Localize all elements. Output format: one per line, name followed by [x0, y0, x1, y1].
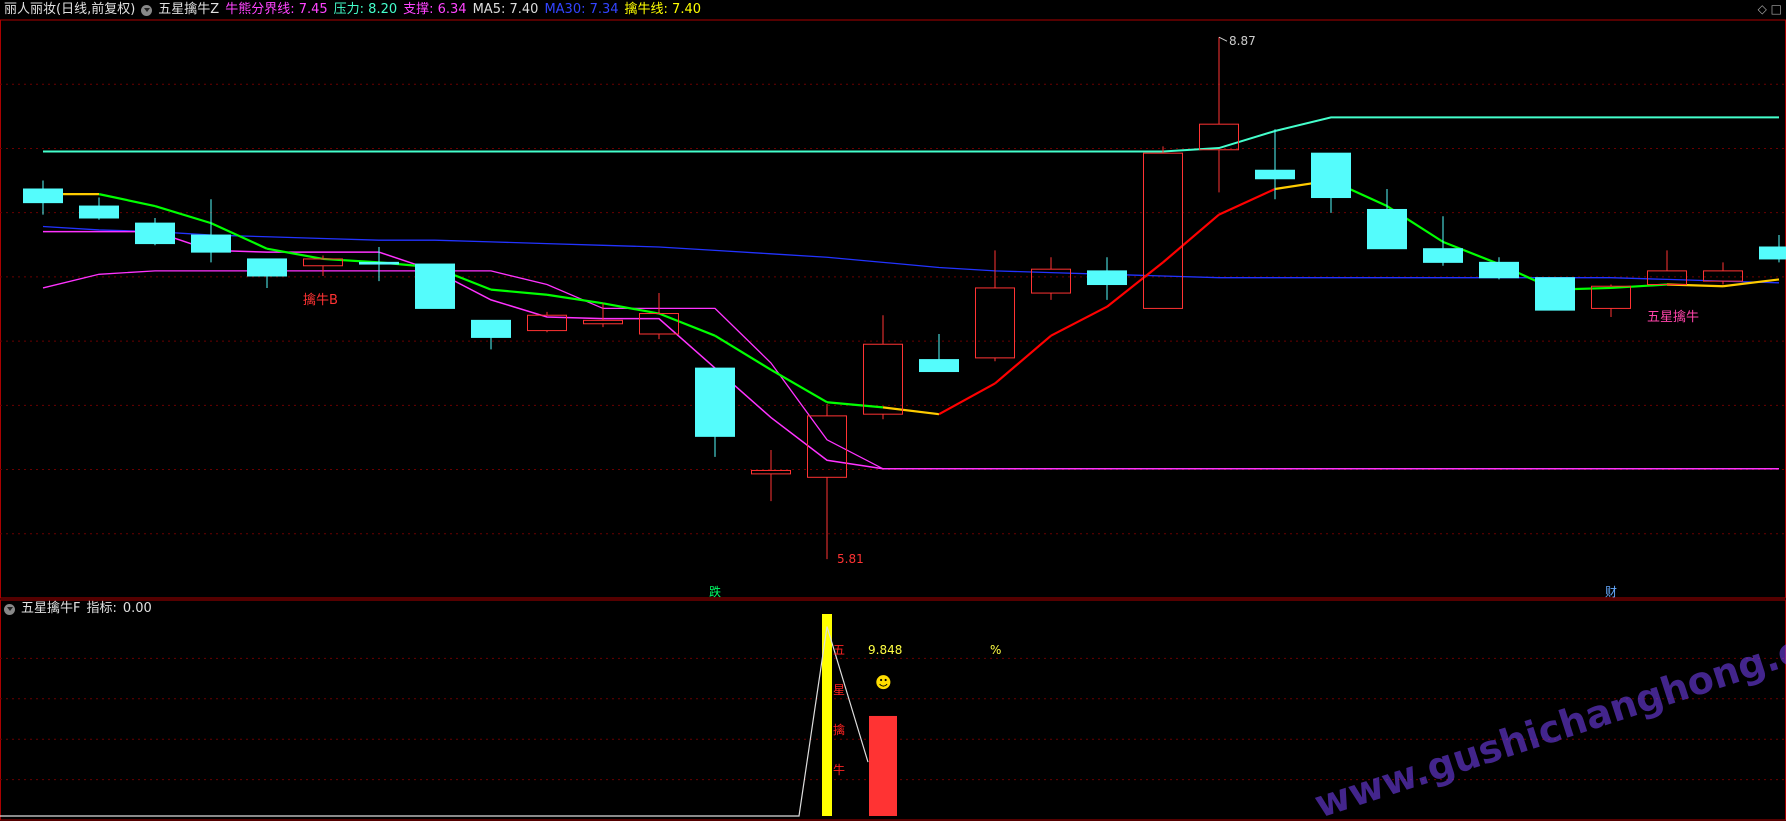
indicator-name: 五星擒牛Z: [158, 2, 220, 17]
diamond-icon[interactable]: ◇: [1758, 2, 1767, 16]
candle-down: [247, 258, 287, 277]
candle-down: [919, 359, 959, 373]
low-price-label: 5.81: [837, 552, 864, 566]
bottom-mark: 跌: [709, 584, 721, 599]
candle-up: [1199, 123, 1239, 151]
qiniu-line-segment: [882, 406, 940, 416]
candle-down: [415, 263, 455, 309]
indicator-item: 擒牛线: 7.40: [624, 2, 702, 17]
qiniu-line-segment: [770, 368, 828, 404]
indicator-item: MA30: 7.34: [544, 2, 619, 17]
sub-indicator-name: 五星擒牛F: [21, 601, 81, 616]
indicator-line: [0, 626, 869, 817]
indicator-item: 支撑: 6.34: [403, 2, 467, 17]
candle-down: [1479, 261, 1519, 279]
candle-up: [1143, 152, 1183, 309]
high-arrow: [1218, 36, 1228, 42]
signal-label: 五星擒牛: [1647, 309, 1699, 325]
candle-down: [1423, 248, 1463, 263]
qiniu-line-segment: [1218, 187, 1276, 216]
candle-down: [359, 261, 399, 265]
yellow-bar: [822, 614, 832, 816]
candle-down: [471, 319, 511, 338]
candle-down: [79, 205, 119, 219]
indicator-item: 压力: 8.20: [333, 2, 398, 17]
sub-header: 五星擒牛F 指标: 0.00: [0, 599, 152, 619]
indicator-item: MA5: 7.40: [472, 2, 539, 17]
candle-down: [1311, 152, 1351, 199]
qiniu-line-segment: [938, 382, 996, 416]
vertical-signal-text: 擒: [833, 722, 845, 737]
sub-indicator-value: 0.00: [122, 601, 152, 616]
main-panel-border: [0, 19, 1786, 599]
stock-chart: 擒牛B5.818.87五星擒牛跌 财五星擒牛9.848 %☻ www.gushicha…: [0, 19, 1786, 821]
candle-up: [975, 287, 1015, 359]
red-bar: [869, 715, 897, 816]
candle-down: [1255, 169, 1295, 180]
smiley-icon: ☻: [875, 673, 892, 692]
qiniu-line-segment: [1162, 213, 1220, 264]
signal-label: 擒牛B: [303, 292, 338, 308]
indicator-values: 牛熊分界线: 7.45 压力: 8.20 支撑: 6.34 MA5: 7.40 MA30…: [225, 0, 701, 20]
qiniu-line-segment: [322, 257, 380, 264]
sub-indicator-label: 指标:: [86, 601, 117, 616]
candle-down: [695, 367, 735, 437]
dropdown-icon[interactable]: [4, 603, 15, 615]
qiniu-line-segment: [658, 312, 716, 337]
stock-name: 丽人丽妆(日线,前复权): [4, 2, 136, 17]
candle-up: [751, 469, 791, 475]
qiniu-line-segment: [994, 334, 1052, 385]
vertical-signal-text: 五: [833, 643, 845, 657]
candle-down: [191, 234, 231, 253]
candle-up: [863, 343, 903, 415]
candle-down: [23, 188, 63, 204]
candle-down: [1087, 270, 1127, 286]
qiniu-line-segment: [826, 401, 884, 409]
candle-up: [1647, 270, 1687, 286]
qiniu-line-segment: [154, 205, 212, 225]
bottom-mark: 财: [1605, 585, 1617, 599]
indicator-item: 牛熊分界线: 7.45: [225, 2, 328, 17]
qiniu-line-segment: [98, 193, 156, 208]
candle-down: [1535, 277, 1575, 311]
vertical-signal-text: 星: [833, 683, 845, 697]
dropdown-icon[interactable]: [141, 4, 153, 16]
candle-up: [1703, 270, 1743, 282]
candle-up: [1591, 285, 1631, 309]
window-controls: ◇ □: [1758, 2, 1782, 16]
indicator-value-text: 9.848: [868, 643, 902, 657]
resistance-line: [43, 116, 1779, 153]
candle-down: [1367, 208, 1407, 250]
restore-icon[interactable]: □: [1771, 2, 1782, 16]
candle-up: [583, 319, 623, 325]
watermark: www.gushichanghong.com: [1309, 607, 1786, 821]
vertical-signal-text: 牛: [833, 762, 845, 777]
high-price-label: 8.87: [1229, 34, 1256, 48]
main-header: 丽人丽妆(日线,前复权) 五星擒牛Z 牛熊分界线: 7.45 压力: 8.20 支撑…: [0, 0, 701, 20]
candle-down: [135, 222, 175, 245]
percent-text: %: [990, 643, 1001, 657]
qiniu-line-segment: [490, 288, 548, 296]
qiniu-line-segment: [1050, 305, 1108, 337]
qiniu-line-segment: [266, 247, 324, 261]
candle-down: [1759, 246, 1786, 260]
